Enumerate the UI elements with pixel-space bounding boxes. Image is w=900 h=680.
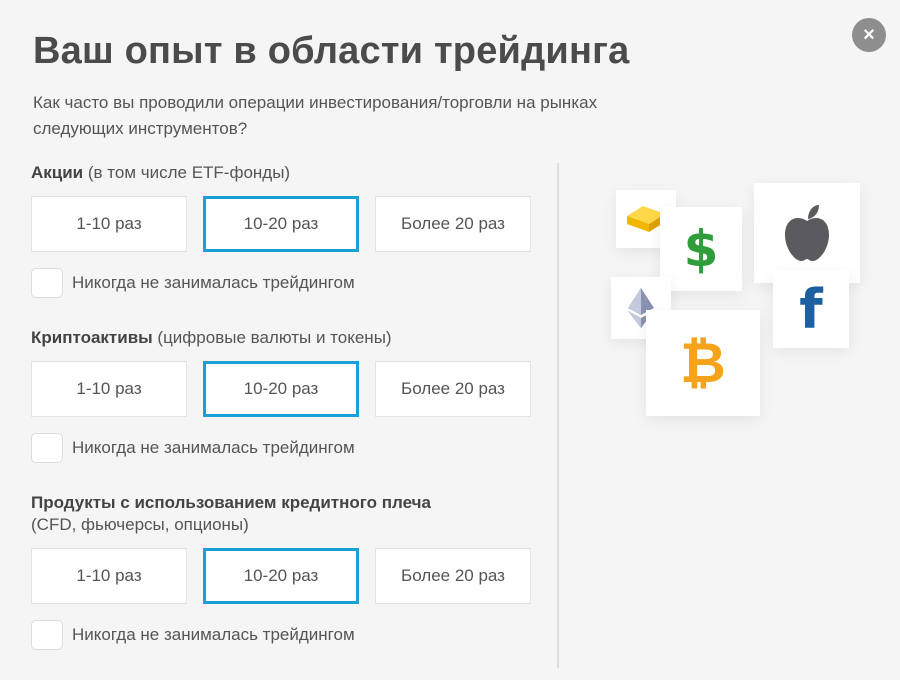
section-crypto: Криптоактивы (цифровые валюты и токены) …	[31, 327, 547, 463]
frequency-options: 1-10 раз 10-20 раз Более 20 раз	[31, 548, 547, 604]
close-button[interactable]: ×	[852, 18, 886, 52]
section-title-note: (цифровые валюты и токены)	[152, 328, 392, 347]
never-traded-option[interactable]: Никогда не занималась трейдингом	[31, 268, 547, 298]
section-title: Криптоактивы (цифровые валюты и токены)	[31, 327, 547, 349]
option-10-20[interactable]: 10-20 раз	[203, 548, 359, 604]
option-more-20[interactable]: Более 20 раз	[375, 548, 531, 604]
never-traded-label: Никогда не занималась трейдингом	[72, 273, 355, 292]
never-traded-checkbox[interactable]	[31, 268, 63, 298]
facebook-tile: f	[773, 270, 849, 348]
section-title-bold: Криптоактивы	[31, 328, 153, 347]
page-title: Ваш опыт в области трейдинга	[33, 30, 630, 72]
instruments-illustration: $ ₿ f	[600, 175, 880, 445]
apple-tile	[754, 183, 860, 283]
never-traded-option[interactable]: Никогда не занималась трейдингом	[31, 620, 547, 650]
option-more-20[interactable]: Более 20 раз	[375, 361, 531, 417]
never-traded-label: Никогда не занималась трейдингом	[72, 438, 355, 457]
option-1-10[interactable]: 1-10 раз	[31, 548, 187, 604]
section-stocks: Акции (в том числе ETF-фонды) 1-10 раз 1…	[31, 162, 547, 298]
column-divider	[557, 163, 559, 668]
option-more-20[interactable]: Более 20 раз	[375, 196, 531, 252]
option-1-10[interactable]: 1-10 раз	[31, 361, 187, 417]
page-subtitle: Как часто вы проводили операции инвестир…	[33, 93, 598, 138]
section-leverage: Продукты с использованием кредитного пле…	[31, 492, 547, 650]
bitcoin-icon: ₿	[680, 331, 726, 396]
bitcoin-tile: ₿	[646, 310, 760, 416]
facebook-icon: f	[799, 277, 823, 341]
option-10-20[interactable]: 10-20 раз	[203, 196, 359, 252]
section-title-bold: Акции	[31, 163, 84, 182]
frequency-options: 1-10 раз 10-20 раз Более 20 раз	[31, 196, 547, 252]
never-traded-checkbox[interactable]	[31, 620, 63, 650]
close-icon: ×	[863, 24, 875, 46]
section-title: Продукты с использованием кредитного пле…	[31, 492, 547, 536]
section-title-note: (CFD, фьючерсы, опционы)	[31, 515, 249, 534]
apple-icon	[785, 205, 829, 261]
never-traded-label: Никогда не занималась трейдингом	[72, 625, 355, 644]
never-traded-option[interactable]: Никогда не занималась трейдингом	[31, 433, 547, 463]
option-10-20[interactable]: 10-20 раз	[203, 361, 359, 417]
frequency-options: 1-10 раз 10-20 раз Более 20 раз	[31, 361, 547, 417]
dollar-icon: $	[683, 220, 719, 278]
section-title-bold: Продукты с использованием кредитного пле…	[31, 493, 431, 512]
dollar-tile: $	[660, 207, 742, 291]
option-1-10[interactable]: 1-10 раз	[31, 196, 187, 252]
never-traded-checkbox[interactable]	[31, 433, 63, 463]
section-title: Акции (в том числе ETF-фонды)	[31, 162, 547, 184]
section-title-note: (в том числе ETF-фонды)	[83, 163, 291, 182]
